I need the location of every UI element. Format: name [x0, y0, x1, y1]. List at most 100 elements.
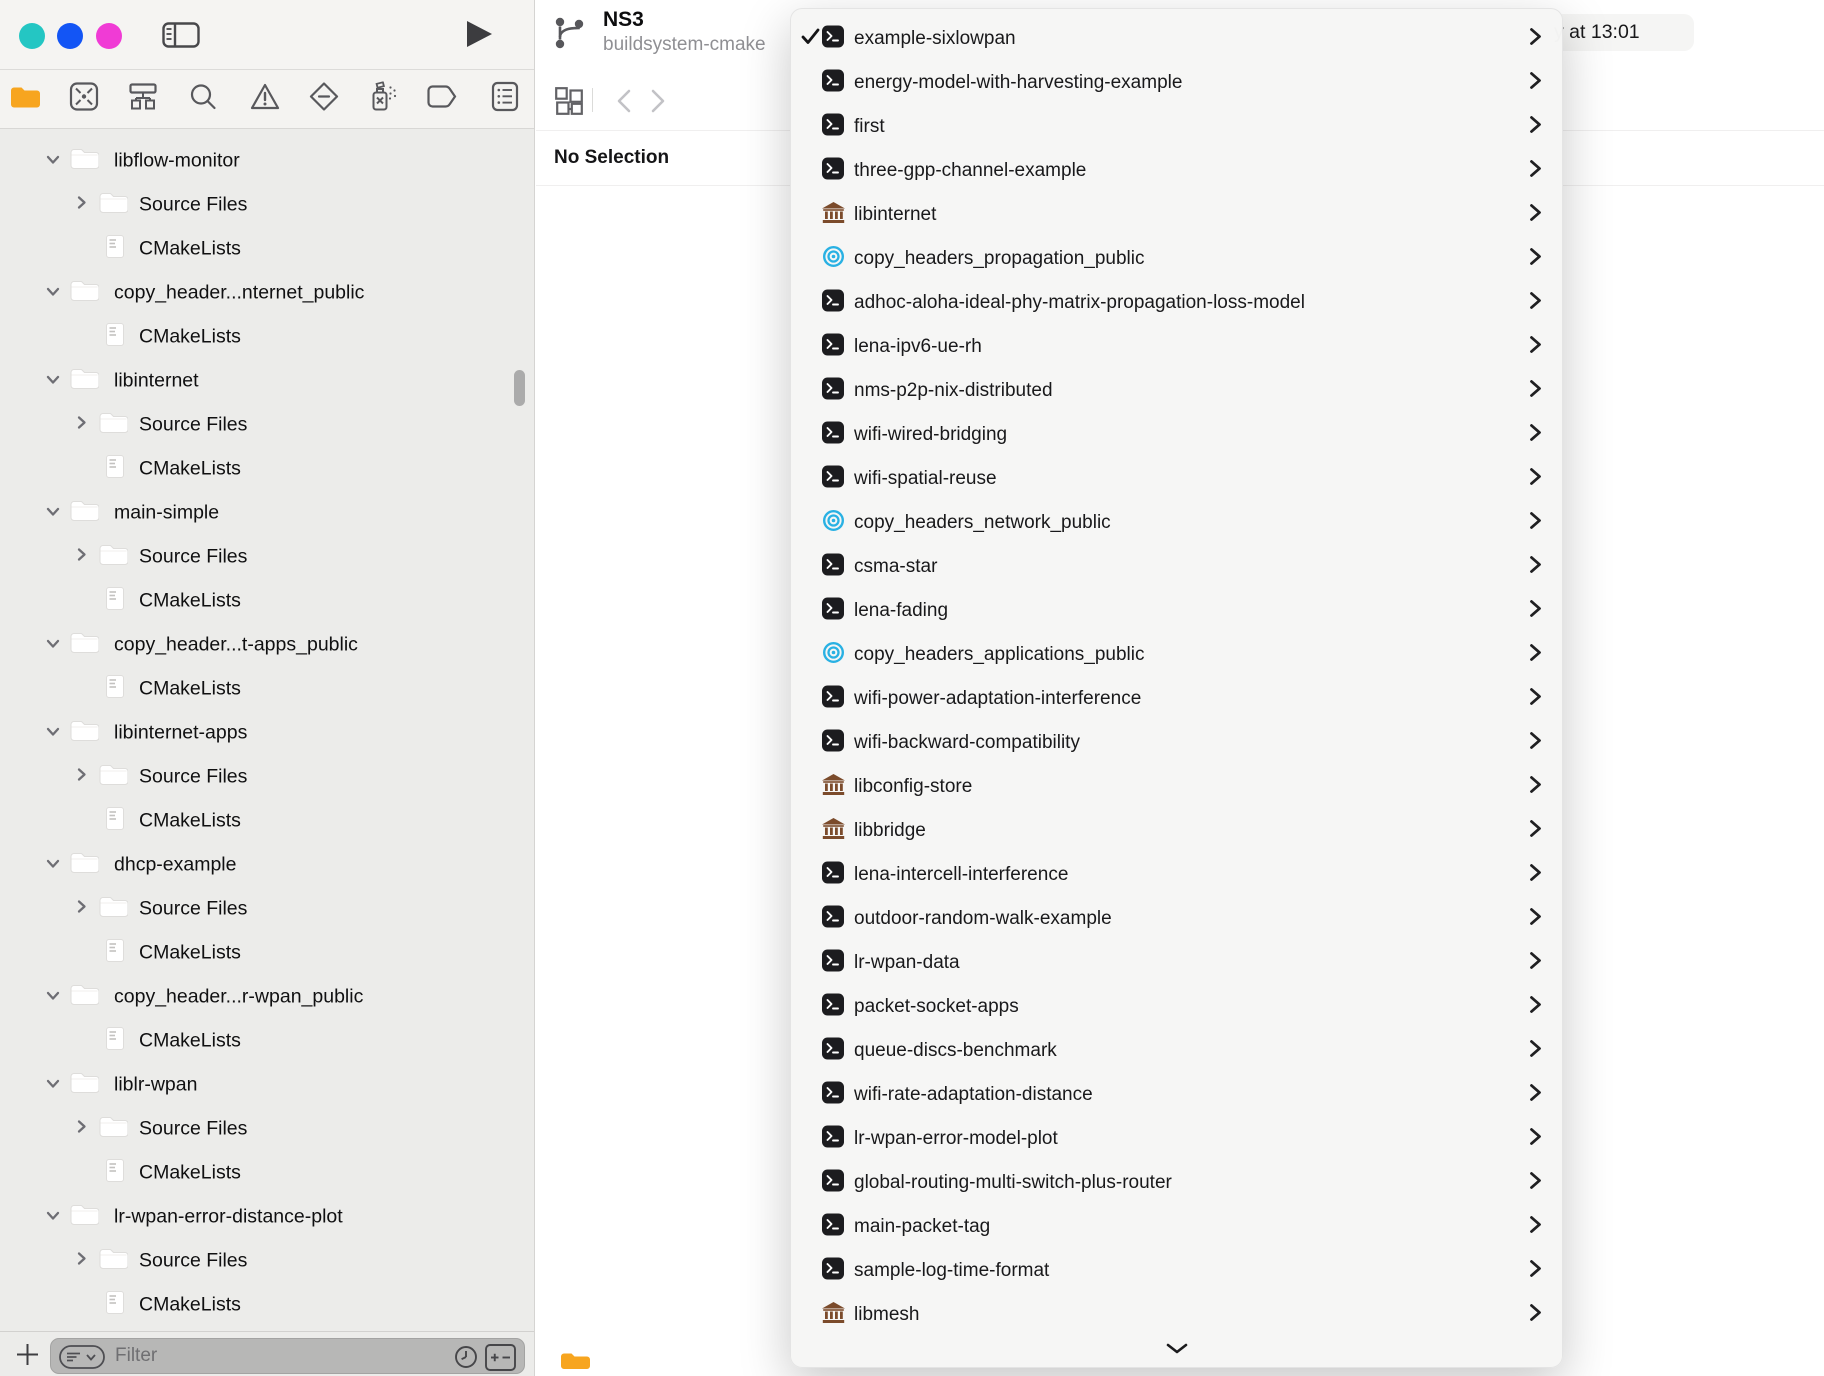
disclosure-expanded-icon[interactable] — [46, 856, 60, 874]
disclosure-expanded-icon[interactable] — [46, 504, 60, 522]
traffic-light-minimize[interactable] — [57, 23, 83, 49]
tree-row[interactable]: CMakeLists — [0, 799, 534, 843]
submenu-chevron-icon[interactable] — [1529, 291, 1542, 315]
tree-row[interactable]: Source Files — [0, 755, 534, 799]
submenu-chevron-icon[interactable] — [1529, 1303, 1542, 1327]
tree-row[interactable]: copy_header...r-wpan_public — [0, 975, 534, 1019]
tree-row[interactable]: libflow-monitor — [0, 139, 534, 183]
submenu-chevron-icon[interactable] — [1529, 643, 1542, 667]
submenu-chevron-icon[interactable] — [1529, 27, 1542, 51]
scheme-menu-item[interactable]: wifi-wired-bridging — [791, 413, 1562, 457]
submenu-chevron-icon[interactable] — [1529, 555, 1542, 579]
submenu-chevron-icon[interactable] — [1529, 819, 1542, 843]
find-navigator-tab-magnifier-icon[interactable] — [189, 83, 217, 116]
scheme-menu-item[interactable]: adhoc-aloha-ideal-phy-matrix-propagation… — [791, 281, 1562, 325]
submenu-chevron-icon[interactable] — [1529, 951, 1542, 975]
disclosure-expanded-icon[interactable] — [46, 636, 60, 654]
disclosure-collapsed-icon[interactable] — [77, 1120, 87, 1139]
scheme-menu-item[interactable]: libmesh — [791, 1293, 1562, 1337]
sidebar-scrollbar[interactable] — [514, 370, 525, 406]
scheme-menu-item[interactable]: three-gpp-channel-example — [791, 149, 1562, 193]
tree-row[interactable]: libinternet-apps — [0, 711, 534, 755]
tree-row[interactable]: Source Files — [0, 183, 534, 227]
scheme-menu-item[interactable]: wifi-power-adaptation-interference — [791, 677, 1562, 721]
tree-row[interactable]: copy_header...t-apps_public — [0, 623, 534, 667]
tree-row[interactable]: CMakeLists — [0, 227, 534, 271]
scheme-menu-item[interactable]: lr-wpan-error-model-plot — [791, 1117, 1562, 1161]
submenu-chevron-icon[interactable] — [1529, 511, 1542, 535]
disclosure-expanded-icon[interactable] — [46, 724, 60, 742]
scheme-menu-item[interactable]: lena-ipv6-ue-rh — [791, 325, 1562, 369]
tree-row[interactable]: main-simple — [0, 491, 534, 535]
scheme-menu-item[interactable]: libconfig-store — [791, 765, 1562, 809]
run-button[interactable] — [466, 20, 493, 53]
plus-minus-box-icon[interactable] — [485, 1344, 516, 1376]
submenu-chevron-icon[interactable] — [1529, 775, 1542, 799]
tree-row[interactable]: CMakeLists — [0, 1151, 534, 1195]
report-navigator-tab-report-list-icon[interactable] — [491, 82, 519, 117]
submenu-chevron-icon[interactable] — [1529, 907, 1542, 931]
scheme-menu-item[interactable]: copy_headers_propagation_public — [791, 237, 1562, 281]
scheme-menu-item[interactable]: first — [791, 105, 1562, 149]
submenu-chevron-icon[interactable] — [1529, 115, 1542, 139]
scheme-menu-item[interactable]: lr-wpan-data — [791, 941, 1562, 985]
tree-row[interactable]: CMakeLists — [0, 1283, 534, 1327]
submenu-chevron-icon[interactable] — [1529, 1259, 1542, 1283]
issue-navigator-tab-warning-triangle-icon[interactable] — [250, 83, 280, 115]
submenu-chevron-icon[interactable] — [1529, 1171, 1542, 1195]
disclosure-expanded-icon[interactable] — [46, 372, 60, 390]
scheme-menu-item[interactable]: libinternet — [791, 193, 1562, 237]
disclosure-collapsed-icon[interactable] — [77, 416, 87, 435]
recents-clock-icon[interactable] — [454, 1345, 478, 1374]
scheme-menu-item[interactable]: packet-socket-apps — [791, 985, 1562, 1029]
menu-scroll-down-icon[interactable] — [1166, 1341, 1188, 1359]
scheme-menu-item[interactable]: csma-star — [791, 545, 1562, 589]
tree-row[interactable]: CMakeLists — [0, 579, 534, 623]
tree-row[interactable]: CMakeLists — [0, 447, 534, 491]
activity-status-pill[interactable]: y at 13:01 — [1548, 14, 1694, 51]
disclosure-collapsed-icon[interactable] — [77, 768, 87, 787]
tree-row[interactable]: libinternet — [0, 359, 534, 403]
submenu-chevron-icon[interactable] — [1529, 247, 1542, 271]
submenu-chevron-icon[interactable] — [1529, 423, 1542, 447]
project-navigator-tab-folder-icon[interactable] — [10, 85, 40, 114]
tree-row[interactable]: Source Files — [0, 1239, 534, 1283]
submenu-chevron-icon[interactable] — [1529, 863, 1542, 887]
related-items-grid-icon[interactable] — [555, 87, 583, 120]
traffic-light-close[interactable] — [19, 23, 45, 49]
disclosure-expanded-icon[interactable] — [46, 284, 60, 302]
breakpoint-navigator-tab-tag-icon[interactable] — [427, 85, 458, 114]
tree-row[interactable]: dhcp-example — [0, 843, 534, 887]
back-button[interactable] — [616, 89, 631, 118]
tree-row[interactable]: CMakeLists — [0, 315, 534, 359]
submenu-chevron-icon[interactable] — [1529, 335, 1542, 359]
scheme-menu-item[interactable]: copy_headers_network_public — [791, 501, 1562, 545]
submenu-chevron-icon[interactable] — [1529, 159, 1542, 183]
disclosure-collapsed-icon[interactable] — [77, 900, 87, 919]
submenu-chevron-icon[interactable] — [1529, 1083, 1542, 1107]
submenu-chevron-icon[interactable] — [1529, 599, 1542, 623]
scheme-menu-item[interactable]: lena-intercell-interference — [791, 853, 1562, 897]
scheme-menu-item[interactable]: example-sixlowpan — [791, 17, 1562, 61]
scheme-menu-item[interactable]: sample-log-time-format — [791, 1249, 1562, 1293]
add-button[interactable] — [16, 1343, 39, 1371]
tree-row[interactable]: CMakeLists — [0, 667, 534, 711]
submenu-chevron-icon[interactable] — [1529, 1215, 1542, 1239]
scheme-menu-item[interactable]: lena-fading — [791, 589, 1562, 633]
submenu-chevron-icon[interactable] — [1529, 687, 1542, 711]
submenu-chevron-icon[interactable] — [1529, 379, 1542, 403]
submenu-chevron-icon[interactable] — [1529, 71, 1542, 95]
tree-row[interactable]: liblr-wpan — [0, 1063, 534, 1107]
scheme-menu-item[interactable]: wifi-rate-adaptation-distance — [791, 1073, 1562, 1117]
forward-button[interactable] — [651, 89, 666, 118]
breadcrumb-folder-icon[interactable] — [560, 1352, 591, 1375]
scheme-menu-item[interactable]: copy_headers_applications_public — [791, 633, 1562, 677]
scheme-menu-item[interactable]: main-packet-tag — [791, 1205, 1562, 1249]
tree-row[interactable]: copy_header...nternet_public — [0, 271, 534, 315]
submenu-chevron-icon[interactable] — [1529, 467, 1542, 491]
submenu-chevron-icon[interactable] — [1529, 731, 1542, 755]
scheme-menu-item[interactable]: nms-p2p-nix-distributed — [791, 369, 1562, 413]
submenu-chevron-icon[interactable] — [1529, 1039, 1542, 1063]
disclosure-collapsed-icon[interactable] — [77, 196, 87, 215]
debug-navigator-tab-spray-icon[interactable] — [368, 82, 399, 117]
